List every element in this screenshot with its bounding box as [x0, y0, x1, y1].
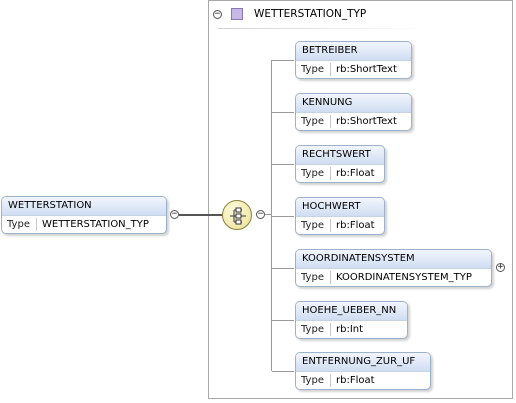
branch-line [272, 216, 294, 217]
child-element-type-row: Type rb:Float [296, 217, 384, 234]
type-separator [330, 63, 331, 76]
branch-line [272, 112, 294, 113]
child-element-name: RECHTSWERT [296, 146, 384, 165]
type-key-label: Type [301, 116, 324, 127]
child-element-name: HOCHWERT [296, 198, 384, 217]
type-separator [330, 374, 331, 387]
branch-line [272, 164, 294, 165]
child-element-hoehe-ueber-nn[interactable]: HOEHE_UEBER_NN Type rb:Int [295, 301, 408, 339]
child-element-type-value: rb:Int [336, 324, 364, 335]
child-element-entfernung-zur-uf[interactable]: ENTFERNUNG_ZUR_UF Type rb:Float [295, 352, 431, 390]
child-element-type-value: KOORDINATENSYSTEM_TYP [336, 272, 472, 283]
child-element-type-row: Type rb:ShortText [296, 61, 411, 78]
type-key-label: Type [301, 220, 324, 231]
collapse-sequence-toggle-icon[interactable]: − [256, 210, 265, 219]
type-key-label: Type [301, 168, 324, 179]
child-element-name: HOEHE_UEBER_NN [296, 302, 407, 321]
root-element-type-row: Type WETTERSTATION_TYP [2, 216, 166, 233]
child-element-name: ENTFERNUNG_ZUR_UF [296, 353, 430, 372]
header-divider [218, 28, 428, 29]
child-element-name: BETREIBER [296, 42, 411, 61]
collapse-root-toggle-icon[interactable]: − [170, 210, 179, 219]
type-key-label: Type [301, 375, 324, 386]
child-element-hochwert[interactable]: HOCHWERT Type rb:Float [295, 197, 385, 235]
type-key-label: Type [7, 219, 30, 230]
branch-line [272, 320, 294, 321]
child-element-type-value: rb:ShortText [336, 116, 397, 127]
child-element-name: KOORDINATENSYSTEM [296, 250, 491, 269]
child-element-type-value: rb:ShortText [336, 64, 397, 75]
type-key-label: Type [301, 272, 324, 283]
type-separator [330, 219, 331, 232]
complex-type-title: WETTERSTATION_TYP [254, 8, 367, 20]
child-element-rechtswert[interactable]: RECHTSWERT Type rb:Float [295, 145, 385, 183]
child-element-name: KENNUNG [296, 94, 411, 113]
root-connector-line [179, 214, 223, 216]
child-element-type-row: Type rb:Float [296, 372, 430, 389]
root-element-type-value: WETTERSTATION_TYP [42, 219, 149, 230]
branch-line [272, 268, 294, 269]
child-element-type-row: Type rb:Int [296, 321, 407, 338]
child-element-type-row: Type rb:ShortText [296, 113, 411, 130]
child-element-type-value: rb:Float [336, 168, 375, 179]
child-element-betreiber[interactable]: BETREIBER Type rb:ShortText [295, 41, 412, 79]
child-element-koordinatensystem[interactable]: KOORDINATENSYSTEM Type KOORDINATENSYSTEM… [295, 249, 492, 287]
child-element-type-row: Type rb:Float [296, 165, 384, 182]
complex-type-icon [231, 8, 243, 20]
branch-line [272, 60, 294, 61]
expand-koordinatensystem-toggle-icon[interactable]: + [496, 263, 505, 272]
type-separator [330, 271, 331, 284]
branch-line [272, 371, 294, 372]
type-separator [36, 218, 37, 231]
sequence-glyph-icon [230, 207, 246, 225]
type-separator [330, 115, 331, 128]
type-key-label: Type [301, 324, 324, 335]
child-element-kennung[interactable]: KENNUNG Type rb:ShortText [295, 93, 412, 131]
type-separator [330, 323, 331, 336]
child-element-type-value: rb:Float [336, 375, 375, 386]
type-key-label: Type [301, 64, 324, 75]
collapse-type-toggle-icon[interactable]: − [213, 10, 222, 19]
type-separator [330, 167, 331, 180]
root-element-box[interactable]: WETTERSTATION Type WETTERSTATION_TYP [1, 196, 167, 234]
root-element-name: WETTERSTATION [2, 197, 166, 216]
child-element-type-row: Type KOORDINATENSYSTEM_TYP [296, 269, 491, 286]
sequence-compositor-icon[interactable] [222, 200, 252, 230]
child-element-type-value: rb:Float [336, 220, 375, 231]
